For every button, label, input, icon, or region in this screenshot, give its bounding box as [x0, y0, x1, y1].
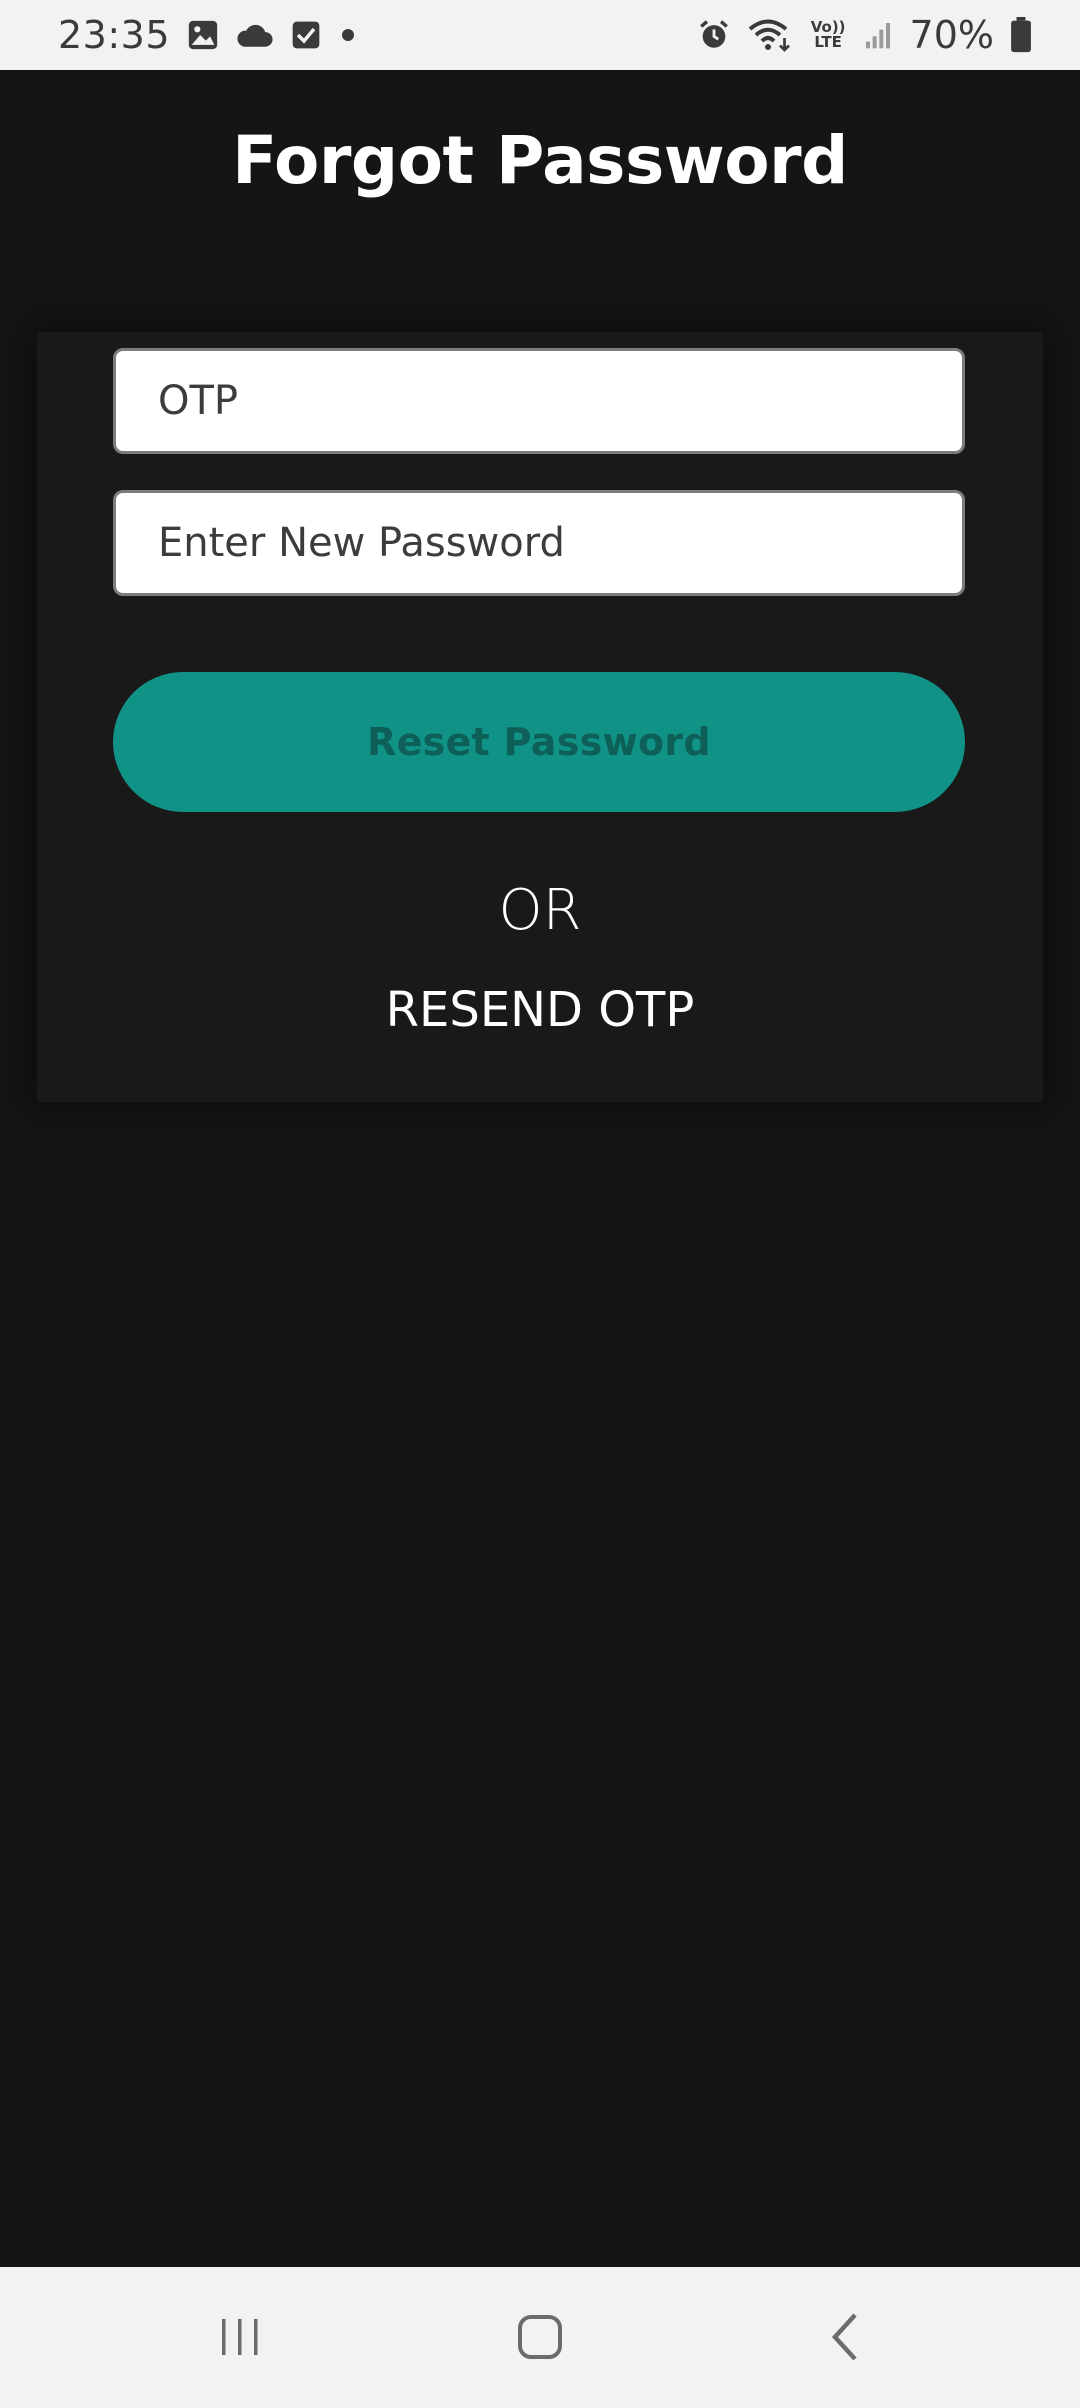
volte-icon: Vo)) LTE [811, 20, 846, 50]
wifi-icon [747, 17, 795, 53]
status-bar-left: 23:35 [58, 13, 358, 57]
status-time: 23:35 [58, 13, 171, 57]
resend-otp-link[interactable]: RESEND OTP [37, 982, 1043, 1038]
page-title: Forgot Password [232, 121, 848, 199]
checkbox-icon [290, 19, 322, 51]
alarm-icon [697, 18, 731, 52]
reset-card: OTP Enter New Password Reset Password OR… [37, 332, 1043, 1102]
system-nav-bar [0, 2267, 1080, 2408]
gallery-icon [186, 18, 220, 52]
signal-icon [862, 19, 894, 51]
status-bar: 23:35 Vo)) LTE 70% [0, 0, 1080, 70]
new-password-input[interactable]: Enter New Password [113, 490, 965, 596]
battery-icon [1010, 17, 1032, 53]
header: Forgot Password [0, 70, 1080, 250]
home-icon [516, 2313, 564, 2361]
back-icon [827, 2311, 863, 2363]
reset-password-label: Reset Password [367, 720, 711, 764]
or-divider-text: OR [498, 878, 582, 943]
reset-password-button[interactable]: Reset Password [113, 672, 965, 812]
otp-input[interactable]: OTP [113, 348, 965, 454]
recents-button[interactable] [180, 2297, 300, 2377]
back-button[interactable] [785, 2297, 905, 2377]
volte-bottom-label: LTE [814, 33, 842, 51]
battery-percent: 70% [909, 13, 994, 57]
cloud-icon [236, 20, 274, 50]
recents-icon [218, 2315, 262, 2359]
dot-icon [338, 25, 358, 45]
home-button[interactable] [480, 2297, 600, 2377]
status-bar-right: Vo)) LTE 70% [697, 13, 1032, 57]
